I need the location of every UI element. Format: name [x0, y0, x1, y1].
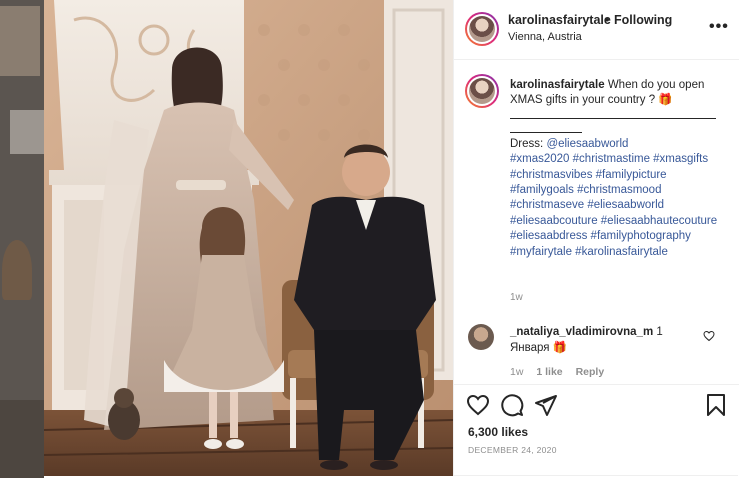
- comment-timestamp: 1w: [510, 366, 524, 378]
- post-actions: 6,300 likes DECEMBER 24, 2020: [454, 384, 739, 476]
- caption-username[interactable]: karolinasfairytale: [510, 79, 605, 91]
- background-image: [0, 6, 40, 76]
- comment-icon[interactable]: [500, 393, 524, 417]
- post-photo-illustration: [44, 0, 453, 476]
- background-image: [10, 110, 44, 154]
- caption-hashtags[interactable]: #xmas2020 #christmastime #xmasgifts #chr…: [510, 153, 717, 257]
- caption-divider: [510, 117, 716, 119]
- caption-divider: [510, 131, 582, 133]
- caption-author-avatar[interactable]: [465, 74, 499, 108]
- post-side-panel: karolinasfairytale • Following Vienna, A…: [453, 0, 739, 476]
- caption-timestamp: 1w: [510, 292, 523, 303]
- background-image: [0, 400, 44, 478]
- likes-count[interactable]: 6,300 likes: [468, 425, 528, 439]
- background-image: [2, 240, 32, 300]
- comment-text: Января 🎁: [510, 341, 568, 354]
- post-header: karolinasfairytale • Following Vienna, A…: [454, 0, 739, 60]
- comment-number: 1: [656, 326, 663, 338]
- comment-likes-link[interactable]: 1 like: [536, 366, 562, 378]
- comment-item: _nataliya_vladimirovna_m 1 Января 🎁 1w 1…: [454, 318, 739, 384]
- comment-text-block: _nataliya_vladimirovna_m 1 Января 🎁: [510, 325, 710, 356]
- post-photo[interactable]: [44, 0, 453, 476]
- bookmark-icon[interactable]: [704, 393, 728, 417]
- dress-label: Dress:: [510, 137, 544, 150]
- author-username[interactable]: karolinasfairytale: [508, 13, 611, 27]
- author-avatar[interactable]: [465, 12, 499, 46]
- header-separator: •: [605, 13, 610, 27]
- post-date: DECEMBER 24, 2020: [468, 445, 557, 455]
- caption-text-block: karolinasfairytale When do you open XMAS…: [510, 78, 725, 260]
- commenter-username[interactable]: _nataliya_vladimirovna_m: [510, 326, 653, 338]
- comment-heart-icon[interactable]: [703, 330, 715, 342]
- background-feed-strip: [0, 0, 44, 478]
- commenter-avatar[interactable]: [468, 324, 494, 350]
- reply-button[interactable]: Reply: [576, 366, 605, 378]
- post-location[interactable]: Vienna, Austria: [508, 31, 582, 43]
- post-caption: karolinasfairytale When do you open XMAS…: [454, 60, 739, 318]
- following-button[interactable]: Following: [614, 13, 672, 27]
- heart-icon[interactable]: [466, 393, 490, 417]
- more-options-icon[interactable]: •••: [709, 18, 729, 36]
- dress-mention-link[interactable]: @eliesaabworld: [546, 138, 628, 150]
- comment-meta: 1w 1 like Reply: [510, 366, 614, 378]
- share-icon[interactable]: [534, 393, 558, 417]
